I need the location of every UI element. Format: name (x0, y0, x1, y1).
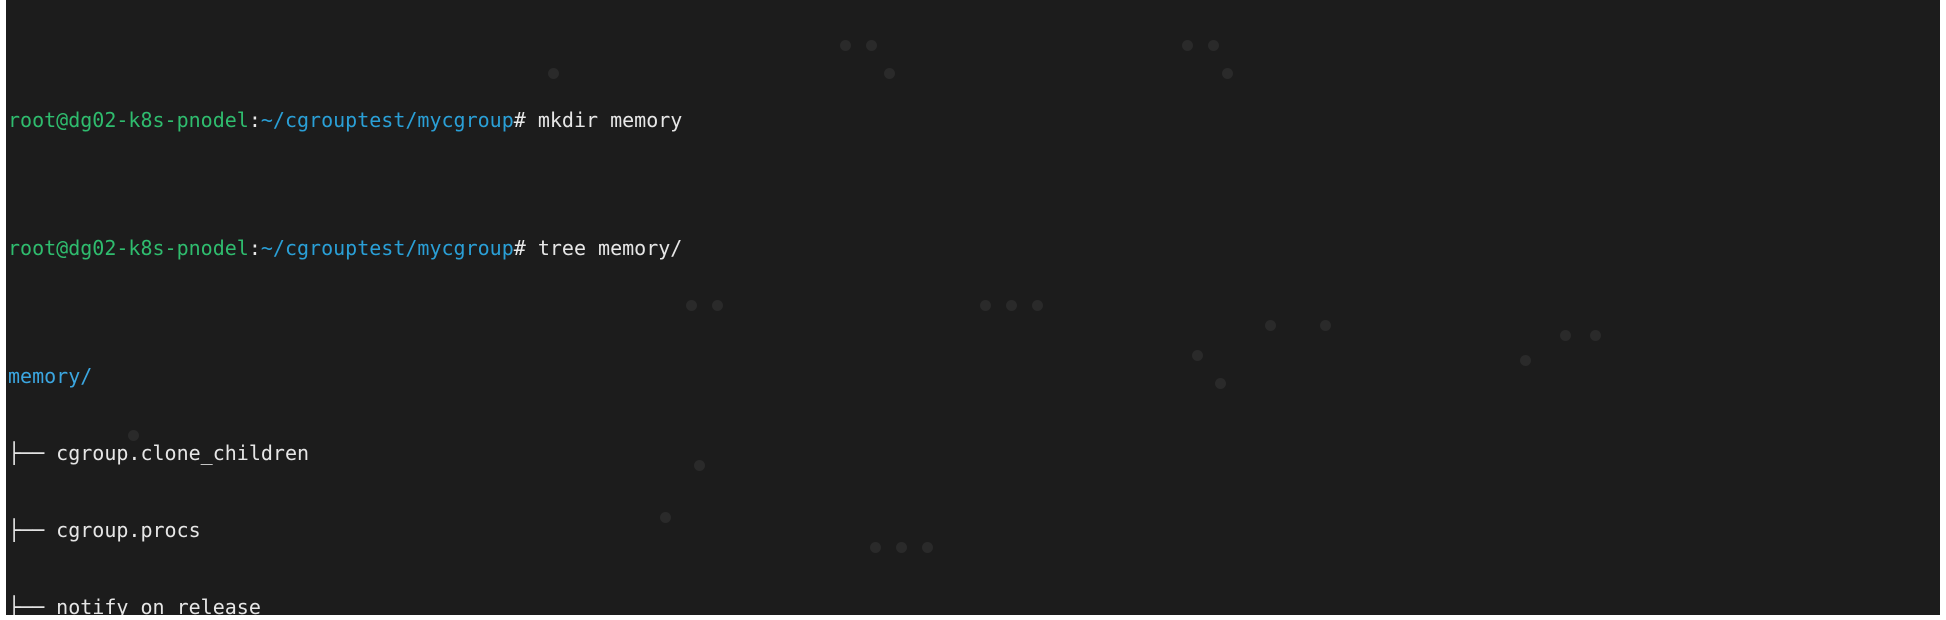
window-edge-right (1940, 0, 1946, 620)
tree-entry: ├── cgroup.clone_children (8, 441, 1938, 467)
prompt-path: ~/cgrouptest/mycgroup (260, 236, 514, 261)
window-edge-left (0, 0, 6, 620)
tree-root-label: memory/ (8, 364, 93, 389)
prompt-hash: # (513, 236, 526, 261)
tree-branch-glyph: ├── (8, 441, 57, 466)
prompt-hash: # (513, 108, 526, 133)
terminal-window[interactable]: root@dg02-k8s-pnodel:~/cgrouptest/mycgro… (0, 0, 1946, 620)
tree-entry: ├── cgroup.procs (8, 518, 1938, 544)
tree-branch-glyph: ├── (8, 517, 57, 542)
terminal-output: root@dg02-k8s-pnodel:~/cgrouptest/mycgro… (8, 6, 1938, 620)
prompt-path: ~/cgrouptest/mycgroup (260, 108, 514, 133)
terminal-line-command: root@dg02-k8s-pnodel:~/cgrouptest/mycgro… (8, 108, 1938, 134)
command-tree: tree memory/ (525, 236, 683, 261)
prompt-colon: : (248, 108, 261, 133)
prompt-user-host: root@dg02-k8s-pnodel (8, 108, 249, 133)
prompt-colon: : (248, 236, 261, 261)
tree-entry-name: cgroup.clone_children (56, 441, 310, 466)
prompt-user-host: root@dg02-k8s-pnodel (8, 236, 249, 261)
tree-entry-name: cgroup.procs (56, 517, 201, 542)
window-edge-bottom (0, 615, 1946, 620)
tree-root: memory/ (8, 364, 1938, 390)
terminal-line-command: root@dg02-k8s-pnodel:~/cgrouptest/mycgro… (8, 236, 1938, 262)
command-mkdir: mkdir memory (525, 108, 683, 133)
